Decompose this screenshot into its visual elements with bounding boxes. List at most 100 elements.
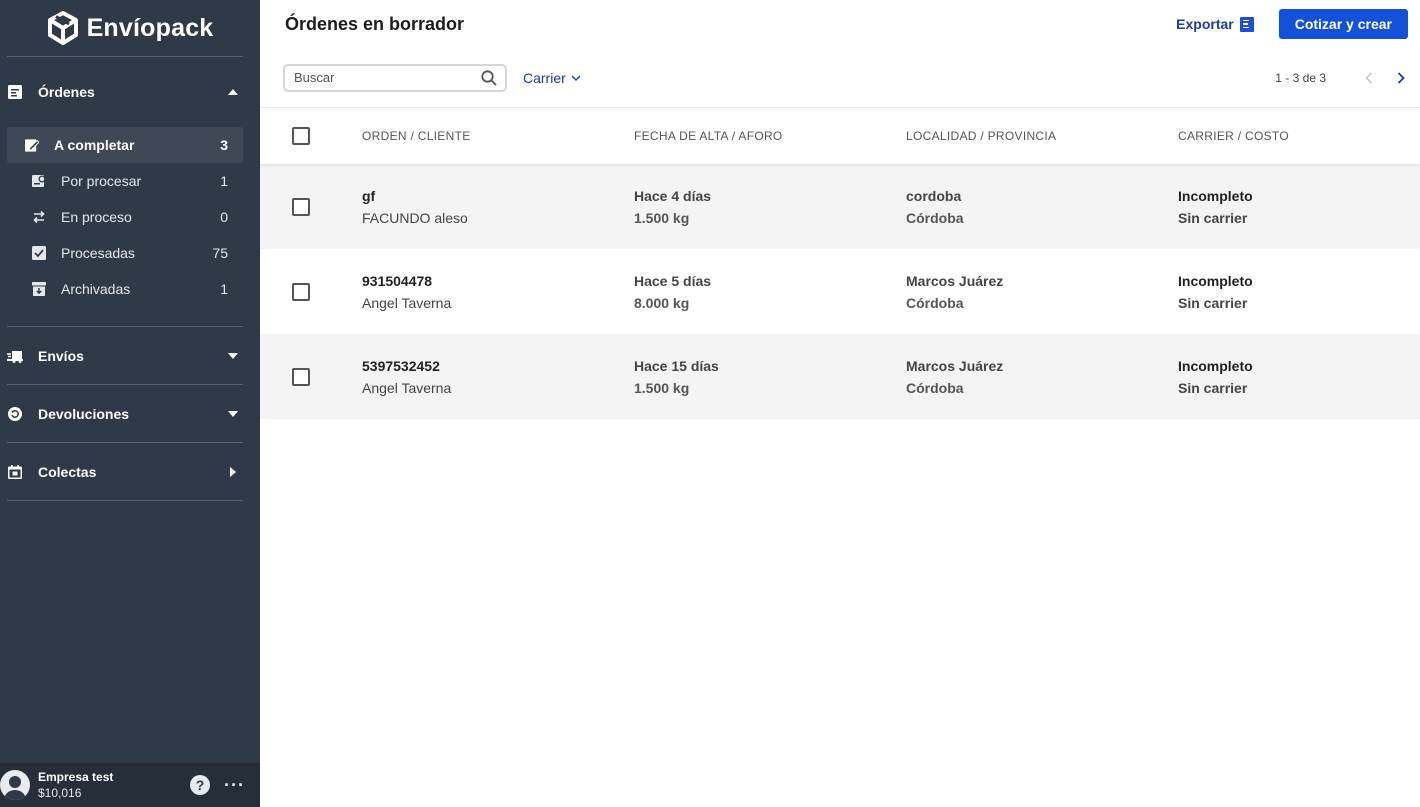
carrier-filter-label: Carrier (523, 69, 566, 86)
sidebar-section-label: Envíos (38, 347, 84, 364)
sidebar-section-label: Devoluciones (38, 405, 130, 422)
export-label: Exportar (1176, 16, 1234, 32)
sidebar-item-label: A completar (54, 137, 135, 153)
avatar[interactable] (0, 770, 30, 800)
column-header: ORDEN / CLIENTE (362, 129, 471, 143)
row-checkbox[interactable] (292, 367, 310, 386)
sidebar-item-a-completar[interactable]: A completar 3 (7, 127, 243, 163)
search-input[interactable] (294, 70, 481, 85)
order-number: 5397532452 (362, 357, 440, 374)
client-name: Angel Taverna (362, 294, 452, 311)
carrier-cell: Incompleto Sin carrier (1178, 188, 1418, 226)
brand-name: Envíopack (86, 13, 214, 42)
created-date: Hace 15 días (634, 357, 719, 374)
carrier-name: Sin carrier (1178, 294, 1248, 311)
calendar-icon (7, 464, 23, 480)
carrier-filter-dropdown[interactable]: Carrier (523, 70, 1275, 86)
province: Córdoba (906, 294, 964, 311)
more-options-button[interactable]: ··· (224, 775, 245, 796)
prev-page-button[interactable] (1360, 69, 1378, 87)
main-content: Órdenes en borrador Exportar Cotizar y c… (260, 0, 1420, 807)
weight: 8.000 kg (634, 294, 690, 311)
account-footer: Empresa test $10,016 ? ··· (0, 763, 260, 807)
client-name: Angel Taverna (362, 379, 452, 396)
carrier-name: Sin carrier (1178, 209, 1248, 226)
column-header: FECHA DE ALTA / AFORO (634, 129, 783, 143)
table-row[interactable]: 5397532452 Angel Taverna Hace 15 días 1.… (260, 334, 1420, 419)
sidebar-item-count: 0 (220, 209, 228, 225)
sidebar-divider (7, 500, 243, 501)
orders-icon (7, 84, 23, 100)
cotizar-y-crear-button[interactable]: Cotizar y crear (1278, 9, 1408, 39)
weight: 1.500 kg (634, 379, 690, 396)
sidebar-section-devoluciones[interactable]: Devoluciones (0, 385, 260, 442)
province: Córdoba (906, 379, 964, 396)
sidebar-item-count: 75 (212, 245, 228, 261)
location-cell: cordoba Córdoba (906, 188, 1178, 226)
table-row[interactable]: 931504478 Angel Taverna Hace 5 días 8.00… (260, 249, 1420, 334)
archive-icon (32, 282, 46, 296)
pagination-text: 1 - 3 de 3 (1275, 70, 1326, 85)
search-icon[interactable] (481, 69, 497, 86)
order-number: 931504478 (362, 272, 433, 289)
row-checkbox[interactable] (292, 282, 310, 301)
sidebar-item-por-procesar[interactable]: Por procesar 1 (7, 163, 243, 199)
status-badge: Incompleto (1178, 357, 1253, 374)
sidebar-section-colectas[interactable]: Colectas (0, 443, 260, 500)
clipboard-icon (32, 174, 46, 188)
city: Marcos Juárez (906, 357, 1004, 374)
sidebar-item-label: Procesadas (61, 245, 135, 261)
chevron-down-icon (226, 407, 240, 421)
brand-logo[interactable]: Envíopack (0, 0, 260, 56)
next-page-button[interactable] (1392, 69, 1410, 87)
chevron-right-icon (1397, 71, 1405, 84)
sidebar-item-en-proceso[interactable]: En proceso 0 (7, 199, 243, 235)
chevron-up-icon (226, 85, 240, 99)
edit-icon (25, 138, 39, 152)
sidebar-item-procesadas[interactable]: Procesadas 75 (7, 235, 243, 271)
select-all-checkbox[interactable] (292, 127, 310, 145)
row-checkbox[interactable] (292, 197, 310, 216)
city: Marcos Juárez (906, 272, 1004, 289)
return-icon (7, 406, 23, 422)
company-info: Empresa test $10,016 (38, 770, 190, 800)
chevron-left-icon (1365, 71, 1373, 84)
company-balance: $10,016 (38, 786, 82, 800)
order-cell: 931504478 Angel Taverna (362, 273, 634, 311)
created-date: Hace 5 días (634, 272, 712, 289)
table-row[interactable]: gf FACUNDO aleso Hace 4 días 1.500 kg co… (260, 164, 1420, 249)
logo-cube-icon (47, 11, 78, 45)
sidebar-section-ordenes[interactable]: Órdenes (0, 57, 260, 127)
truck-icon (7, 348, 23, 364)
sidebar-item-label: En proceso (61, 209, 132, 225)
order-number: gf (362, 187, 376, 204)
date-cell: Hace 5 días 8.000 kg (634, 273, 906, 311)
export-link[interactable]: Exportar (1176, 16, 1254, 32)
column-header: LOCALIDAD / PROVINCIA (906, 129, 1057, 143)
date-cell: Hace 4 días 1.500 kg (634, 188, 906, 226)
sidebar-section-envios[interactable]: Envíos (0, 327, 260, 384)
page-header: Órdenes en borrador Exportar Cotizar y c… (260, 0, 1420, 48)
table-header: ORDEN / CLIENTE FECHA DE ALTA / AFORO LO… (260, 108, 1420, 164)
sidebar-item-archivadas[interactable]: Archivadas 1 (7, 271, 243, 307)
status-badge: Incompleto (1178, 187, 1253, 204)
sidebar-section-label: Órdenes (38, 84, 95, 100)
sidebar-section-label: Colectas (38, 463, 97, 480)
company-name: Empresa test (38, 770, 114, 784)
order-cell: 5397532452 Angel Taverna (362, 358, 634, 396)
client-name: FACUNDO aleso (362, 209, 468, 226)
swap-icon (32, 210, 46, 224)
export-icon (1239, 16, 1254, 32)
sidebar-item-count: 1 (220, 281, 228, 297)
column-header: CARRIER / COSTO (1178, 129, 1289, 143)
carrier-cell: Incompleto Sin carrier (1178, 273, 1418, 311)
date-cell: Hace 15 días 1.500 kg (634, 358, 906, 396)
carrier-cell: Incompleto Sin carrier (1178, 358, 1418, 396)
created-date: Hace 4 días (634, 187, 712, 204)
chevron-down-icon (571, 75, 581, 81)
status-badge: Incompleto (1178, 272, 1253, 289)
city: cordoba (906, 187, 962, 204)
check-icon (32, 246, 46, 260)
location-cell: Marcos Juárez Córdoba (906, 358, 1178, 396)
help-button[interactable]: ? (190, 775, 211, 795)
